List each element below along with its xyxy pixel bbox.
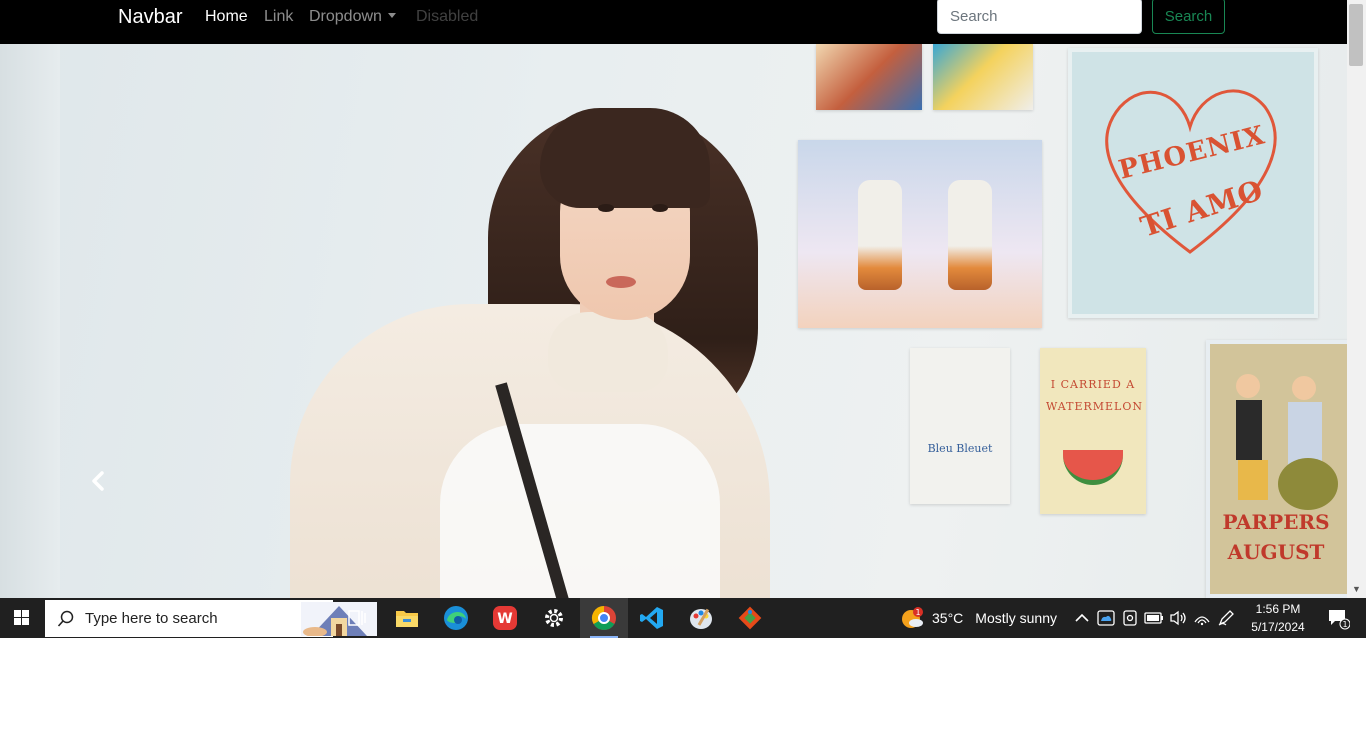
camera-app-icon[interactable] [1118,598,1142,638]
svg-text:W: W [497,611,512,627]
system-tray [1070,598,1238,638]
poster-roller-skates [798,140,1042,328]
start-button[interactable] [0,598,44,638]
windows-taskbar: Type here to search W 1 35°C Mostly sunn… [0,598,1366,638]
person-camisole [440,424,720,598]
weather-badge-count: 1 [915,608,920,617]
onedrive-cloud-icon[interactable] [1094,598,1118,638]
fashion-poster-month: AUGUST [1227,540,1325,564]
browser-viewport: PHOENIX TI AMO Bleu Bleuet I CARRIED A W… [0,0,1366,598]
task-view-button[interactable] [333,598,381,638]
poster-watermelon: I CARRIED A WATERMELON [1040,348,1146,514]
scroll-down-arrow-icon[interactable]: ▼ [1347,582,1366,596]
nav-link-disabled: Disabled [416,8,479,25]
show-hidden-icons-chevron-up-icon[interactable] [1070,598,1094,638]
scrollbar-thumb[interactable] [1349,4,1363,66]
taskbar-search-placeholder: Type here to search [85,610,218,627]
git-button[interactable] [726,598,774,638]
folder-icon [396,611,418,627]
paint-palette-icon [690,608,712,629]
task-view-icon [348,610,366,626]
person-hair-front [540,108,710,208]
taskbar-clock[interactable]: 1:56 PM 5/17/2024 [1246,600,1310,636]
paint-button[interactable] [677,598,725,638]
pen-ink-icon[interactable] [1214,598,1238,638]
weather-widget[interactable]: 1 35°C Mostly sunny [900,598,1057,638]
skate-right [948,180,992,290]
nav-dropdown-label: Dropdown [309,8,382,25]
poster-bleu-bleuet: Bleu Bleuet [910,348,1010,504]
person-eye-left [598,204,614,212]
navbar-search-input[interactable] [937,0,1142,34]
poster-fashion: PARPERS AUGUST [1206,340,1347,598]
carousel-slide-image: PHOENIX TI AMO Bleu Bleuet I CARRIED A W… [0,44,1347,598]
clock-date: 5/17/2024 [1251,620,1305,634]
search-icon [57,610,74,627]
chrome-button[interactable] [580,598,628,638]
caret-down-icon [387,13,396,18]
fashion-figures [1236,374,1338,510]
chevron-left-icon [92,471,104,491]
gear-icon [545,609,563,627]
notification-center-button[interactable]: 1 [1318,598,1358,638]
nav-link-link[interactable]: Link [264,8,293,26]
taskbar-search-box[interactable]: Type here to search [45,600,377,637]
notification-chat-icon: 1 [1329,610,1350,630]
settings-button[interactable] [530,598,578,638]
watermelon-text: I CARRIED A WATERMELON [1046,378,1143,413]
person-eye-right [652,204,668,212]
battery-icon[interactable] [1142,598,1166,638]
fashion-poster-title: PARPERS [1222,510,1330,534]
poster-bleu-text: Bleu Bleuet [927,442,993,455]
wall-shadow [0,44,60,598]
carousel-prev-button[interactable] [84,466,114,496]
file-explorer-button[interactable] [383,598,431,638]
volume-speaker-icon[interactable] [1166,598,1190,638]
wps-office-button[interactable]: W [481,598,529,638]
vscode-button[interactable] [628,598,676,638]
edge-browser-icon [444,606,468,630]
nav-link-home[interactable]: Home [205,8,248,26]
nav-dropdown-toggle[interactable]: Dropdown [309,8,396,26]
poster-roller-blue [933,44,1033,110]
top-navbar: Navbar Home Link Dropdown Disabled Searc… [0,0,1347,44]
notification-count: 1 [1342,620,1347,629]
windows-logo-icon [14,610,29,625]
person-lips [606,276,636,288]
navbar-search-button[interactable]: Search [1152,0,1225,34]
vscode-icon [640,607,663,629]
person-turtleneck [548,312,668,392]
wps-office-icon: W [493,606,517,630]
poster-skate-ad [816,44,922,110]
navbar-brand[interactable]: Navbar [118,6,182,28]
chrome-icon [591,606,616,631]
edge-button[interactable] [432,598,480,638]
weather-sunny-icon: 1 [902,607,923,628]
git-diamond-icon [738,606,762,630]
wifi-network-icon[interactable] [1190,598,1214,638]
page-scrollbar[interactable]: ▼ [1347,0,1366,598]
poster-heart-list: PHOENIX TI AMO [1068,48,1318,318]
weather-description: Mostly sunny [975,610,1057,626]
clock-time: 1:56 PM [1255,602,1301,616]
weather-temperature: 35°C [932,610,964,626]
skate-left [858,180,902,290]
